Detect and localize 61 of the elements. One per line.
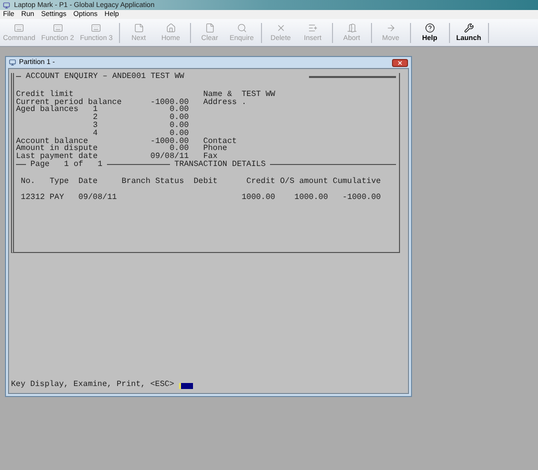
field-label: Phone bbox=[203, 144, 228, 154]
table-cell: 1000.00 bbox=[294, 192, 328, 202]
bucket-number: 1 bbox=[92, 106, 98, 114]
field-label: Credit limit bbox=[16, 90, 74, 99]
field-label: Last payment date bbox=[16, 153, 98, 161]
field-value: . bbox=[242, 98, 246, 106]
toolbar-icon bbox=[52, 23, 63, 33]
toolbar-icon bbox=[464, 23, 474, 33]
column-header: Type bbox=[50, 178, 70, 186]
field-label: Name & bbox=[203, 90, 232, 99]
table-cell: -1000.00 bbox=[342, 192, 381, 202]
close-button[interactable] bbox=[392, 58, 408, 66]
column-header: Credit bbox=[245, 178, 276, 186]
bucket-number: 4 bbox=[92, 130, 98, 138]
field-label: Account balance bbox=[16, 138, 88, 146]
toolbar-icon bbox=[308, 23, 318, 33]
column-header: Status bbox=[155, 178, 185, 186]
column-header: O/S amount bbox=[278, 178, 328, 186]
field-value: -1000.00 bbox=[150, 98, 189, 106]
toolbar-icon bbox=[134, 23, 144, 33]
table-cell: 12312 bbox=[20, 192, 45, 202]
close-icon bbox=[397, 60, 403, 66]
column-header: No. bbox=[20, 178, 36, 186]
bucket-number: 3 bbox=[92, 122, 98, 130]
field-label: Address bbox=[203, 98, 237, 107]
window-icon bbox=[9, 59, 16, 66]
toolbar-icon bbox=[346, 23, 357, 33]
toolbar-icon bbox=[204, 23, 215, 33]
column-header: Cumulative bbox=[332, 178, 381, 186]
column-header: Debit bbox=[194, 178, 219, 186]
field-value: 0.00 bbox=[170, 122, 189, 130]
page-indicator: Page 1 of 1 bbox=[29, 160, 104, 169]
field-label: Aged balances bbox=[16, 106, 78, 114]
field-label: Current period balance bbox=[16, 98, 122, 106]
toolbar-icon bbox=[386, 23, 396, 33]
toolbar-icon bbox=[276, 23, 286, 33]
column-header: Branch bbox=[122, 178, 152, 186]
toolbar-icon bbox=[236, 23, 247, 33]
toolbar-icon bbox=[91, 23, 102, 33]
section-title: TRANSACTION DETAILS bbox=[173, 160, 267, 169]
column-header: Date bbox=[78, 178, 99, 186]
command-prompt: Key Display, Examine, Print, <ESC> bbox=[11, 381, 174, 389]
field-value: 0.00 bbox=[170, 130, 189, 138]
field-label: Fax bbox=[203, 152, 218, 162]
app-icon bbox=[3, 2, 10, 8]
bucket-number: 2 bbox=[92, 114, 98, 122]
toolbar-icon bbox=[424, 23, 435, 33]
table-cell: PAY bbox=[50, 192, 64, 202]
field-value: TEST WW bbox=[242, 90, 276, 99]
toolbar-icon bbox=[14, 23, 24, 33]
text-cursor bbox=[179, 383, 194, 389]
field-value: 0.00 bbox=[170, 114, 189, 122]
screen-header: ACCOUNT ENQUIRY – ANDE001 TEST WW bbox=[24, 73, 186, 81]
field-value: 09/08/11 bbox=[150, 153, 189, 161]
field-value: 0.00 bbox=[170, 106, 189, 114]
toolbar-icon bbox=[166, 23, 176, 33]
field-value: -1000.00 bbox=[150, 138, 189, 146]
field-value: 0.00 bbox=[170, 145, 189, 154]
field-label: Amount in dispute bbox=[16, 145, 98, 154]
table-cell: 09/08/11 bbox=[78, 192, 117, 202]
table-cell: 1000.00 bbox=[242, 192, 276, 202]
